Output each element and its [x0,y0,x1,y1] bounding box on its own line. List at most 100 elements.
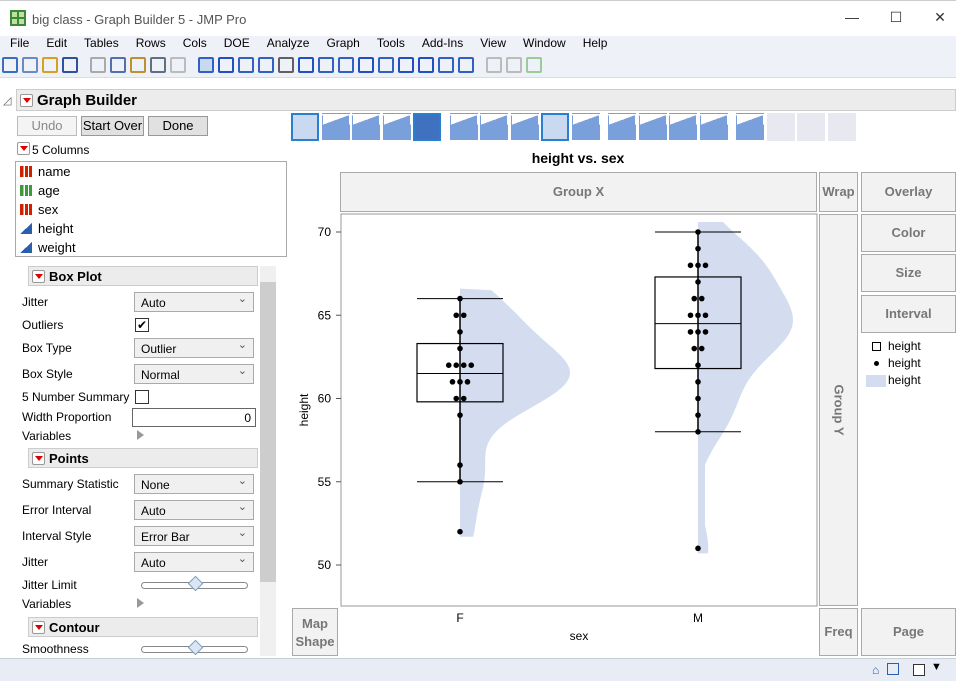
menu-view[interactable]: View [480,36,506,50]
freq-zone[interactable]: Freq [819,608,858,656]
menu-tables[interactable]: Tables [84,36,119,50]
menu-window[interactable]: Window [523,36,566,50]
crosshair-target-icon[interactable] [258,57,274,73]
box-type-select[interactable]: Outlier [134,338,254,358]
crosshair-icon[interactable] [358,57,374,73]
menu-cols[interactable]: Cols [183,36,207,50]
size-zone[interactable]: Size [861,254,956,292]
help-icon[interactable] [218,57,234,73]
open-icon[interactable] [42,57,58,73]
undo-button[interactable]: Undo [17,116,77,136]
color-zone[interactable]: Color [861,214,956,252]
red-triangle-menu-icon[interactable] [32,270,45,283]
arrow-line-icon[interactable] [418,57,434,73]
done-button[interactable]: Done [148,116,208,136]
close-button[interactable]: ✕ [930,9,950,29]
box-jitter-select[interactable]: Auto [134,292,254,312]
cut-icon[interactable] [90,57,106,73]
jitter-limit-slider[interactable] [141,575,248,592]
red-triangle-menu-icon[interactable] [32,452,45,465]
graph-type-line-icon[interactable] [449,113,478,141]
start-over-button[interactable]: Start Over [81,116,144,136]
column-name[interactable]: name [16,162,286,181]
new-script-icon[interactable] [22,57,38,73]
graph-type-formula-icon[interactable] [766,113,795,141]
menu-add-ins[interactable]: Add-Ins [422,36,463,50]
menu-doe[interactable]: DOE [224,36,250,50]
width-proportion-input[interactable]: 0 [132,408,256,427]
graph-type-points-icon[interactable] [291,113,319,141]
lasso-icon[interactable] [318,57,334,73]
polygon-icon[interactable] [438,57,454,73]
save-icon[interactable] [62,57,78,73]
menu-graph[interactable]: Graph [326,36,359,50]
report-icon[interactable] [486,57,502,73]
scrollbar-thumb[interactable] [260,282,276,582]
menu-edit[interactable]: Edit [46,36,67,50]
graph-type-map-shapes-icon[interactable] [797,113,825,141]
graph-type-mosaic-icon[interactable] [699,113,728,141]
arrow-icon[interactable] [198,57,214,73]
journal-icon[interactable] [506,57,522,73]
wrap-zone[interactable]: Wrap [819,172,858,212]
graph-type-parallel-plot-icon[interactable] [827,113,856,141]
paste-icon[interactable] [130,57,146,73]
data-filter-icon[interactable] [150,57,166,73]
hand-icon[interactable] [278,57,294,73]
group-x-zone[interactable]: Group X [340,172,817,212]
points-section-header[interactable]: Points [28,448,258,468]
graph-type-box-plot-icon[interactable] [541,113,569,141]
copy-icon[interactable] [110,57,126,73]
column-weight[interactable]: weight [16,238,286,257]
annotate-icon[interactable] [398,57,414,73]
group-y-zone[interactable]: Group Y [819,214,858,606]
menu-tools[interactable]: Tools [377,36,405,50]
graph-type-ellipse-icon[interactable] [382,113,411,141]
contour-section-header[interactable]: Contour [28,617,258,637]
menu-analyze[interactable]: Analyze [267,36,310,50]
settings-scrollbar[interactable] [260,266,276,656]
window-swatch-icon[interactable] [913,664,925,676]
maximize-button[interactable]: ☐ [886,9,906,29]
menu-file[interactable]: File [10,36,29,50]
points-variables-expand-icon[interactable] [137,598,144,608]
column-age[interactable]: age [16,181,286,200]
ellipse-icon[interactable] [458,57,474,73]
add-icon[interactable] [526,57,542,73]
selection-icon[interactable] [238,57,254,73]
box-plot-section-header[interactable]: Box Plot [28,266,258,286]
graph-type-histogram-icon[interactable] [571,113,600,141]
columns-menu-icon[interactable] [17,142,30,155]
home-icon[interactable]: ⌂ [872,663,879,677]
slider-handle[interactable] [187,575,204,592]
graph-type-treemap-icon[interactable] [669,113,697,141]
graph-type-area-icon[interactable] [510,113,539,141]
red-triangle-menu-icon[interactable] [32,621,45,634]
overlay-zone[interactable]: Overlay [861,172,956,212]
window-list-icon[interactable] [887,663,899,675]
graph-type-line-of-fit-icon[interactable] [352,113,380,141]
variables-expand-icon[interactable] [137,430,144,440]
brush-icon[interactable] [298,57,314,73]
slider-handle[interactable] [187,639,204,656]
page-zone[interactable]: Page [861,608,956,656]
five-number-summary-checkbox[interactable] [135,390,149,404]
outliers-checkbox[interactable]: ✔ [135,318,149,332]
lock-icon[interactable] [170,57,186,73]
graph-type-heatmap-icon[interactable] [608,113,636,141]
chart[interactable]: 50 55 60 65 70 height F Msex [290,212,820,657]
legend-item-box[interactable]: height [868,339,921,356]
legend-item-points[interactable]: height [868,356,921,373]
smoothness-slider[interactable] [141,639,248,656]
magnifier-icon[interactable] [338,57,354,73]
graph-type-pie-icon[interactable] [638,113,667,141]
column-sex[interactable]: sex [16,200,286,219]
graph-type-contour-icon[interactable] [413,113,441,141]
menu-rows[interactable]: Rows [136,36,166,50]
interval-zone[interactable]: Interval [861,295,956,333]
dropdown-arrow-icon[interactable]: ▼ [931,661,942,673]
new-data-table-icon[interactable] [2,57,18,73]
column-height[interactable]: height [16,219,286,238]
red-triangle-menu-icon[interactable] [20,94,33,107]
line-icon[interactable] [378,57,394,73]
